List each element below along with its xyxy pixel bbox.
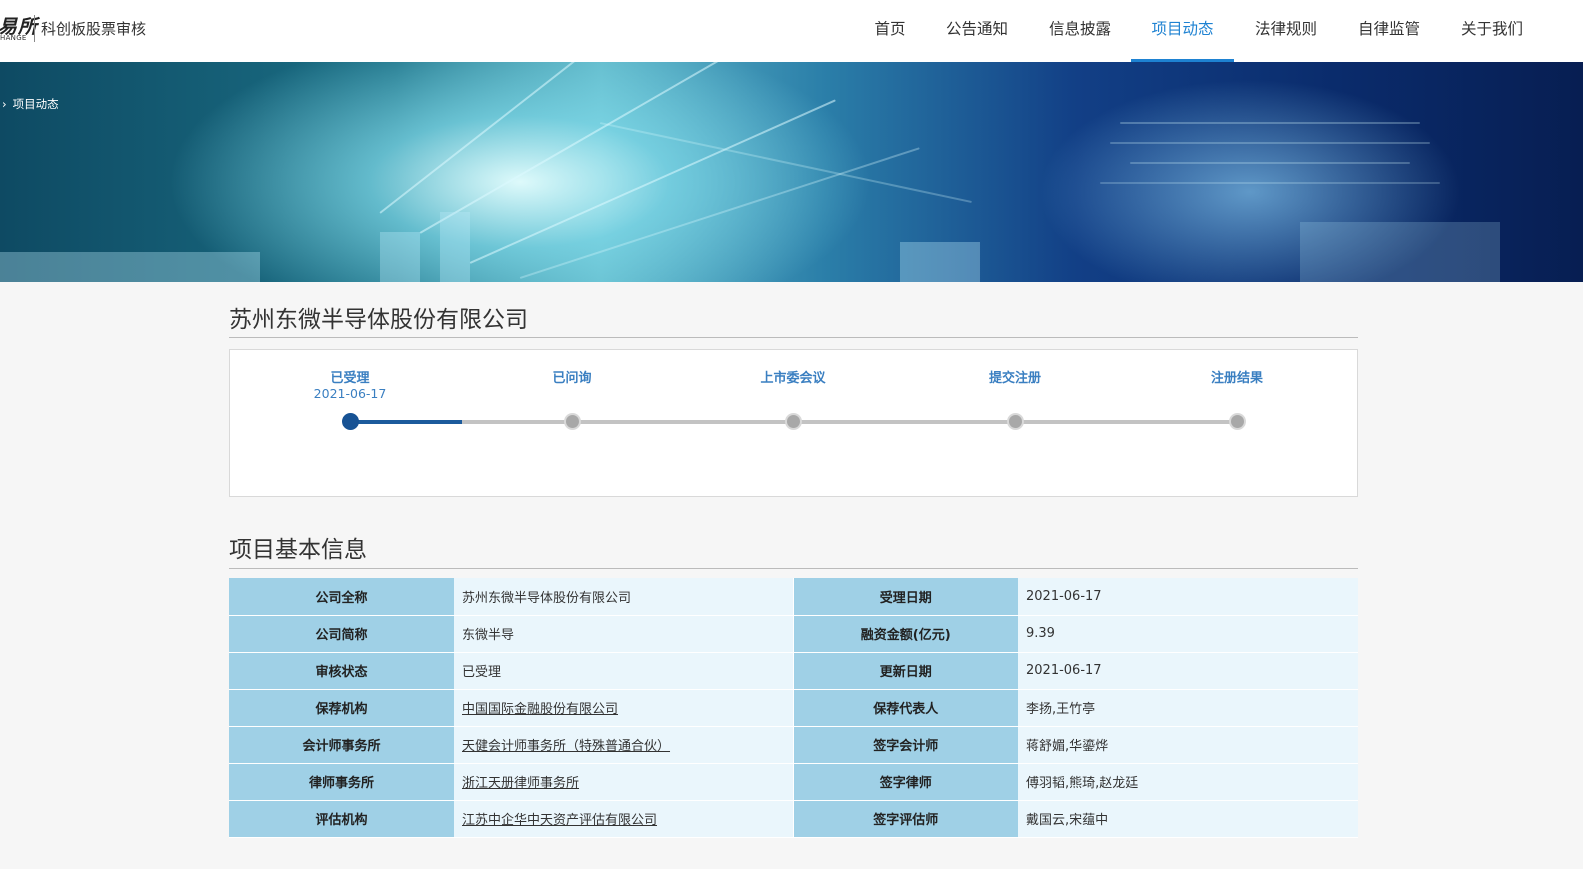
value-signing-appraiser: 戴国云,宋蕴中 xyxy=(1018,800,1358,838)
step-dot-accepted xyxy=(342,413,359,430)
site-header: 易所 HANGE 科创板股票审核 首页 公告通知 信息披露 项目动态 法律规则 … xyxy=(0,0,1583,62)
table-row: 评估机构 江苏中企华中天资产评估有限公司 签字评估师 戴国云,宋蕴中 xyxy=(229,800,1358,838)
value-financing-amount: 9.39 xyxy=(1018,615,1358,653)
label-signing-accountant: 签字会计师 xyxy=(793,726,1018,764)
step-dot-listing-committee xyxy=(785,413,802,430)
nav-announcements[interactable]: 公告通知 xyxy=(941,0,1013,62)
nav-disclosure[interactable]: 信息披露 xyxy=(1044,0,1116,62)
table-row: 公司全称 苏州东微半导体股份有限公司 受理日期 2021-06-17 xyxy=(229,578,1358,616)
value-accept-date: 2021-06-17 xyxy=(1018,578,1358,616)
breadcrumb-current: 项目动态 xyxy=(12,97,59,111)
value-signing-accountant: 蒋舒媚,华鎏烨 xyxy=(1018,726,1358,764)
label-sponsor: 保荐机构 xyxy=(229,689,454,727)
progress-fill xyxy=(350,420,462,424)
label-company-shortname: 公司简称 xyxy=(229,615,454,653)
value-sponsor: 中国国际金融股份有限公司 xyxy=(454,689,794,727)
project-info-table: 公司全称 苏州东微半导体股份有限公司 受理日期 2021-06-17 公司简称 … xyxy=(229,578,1358,838)
step-label-accepted: 已受理 xyxy=(330,371,370,386)
title-divider xyxy=(229,337,1358,338)
label-company-fullname: 公司全称 xyxy=(229,578,454,616)
accounting-firm-link[interactable]: 天健会计师事务所（特殊普通合伙） xyxy=(462,739,670,754)
label-update-date: 更新日期 xyxy=(793,652,1018,690)
label-appraisal-firm: 评估机构 xyxy=(229,800,454,838)
value-update-date: 2021-06-17 xyxy=(1018,652,1358,690)
chevron-right-icon: › xyxy=(2,97,7,111)
company-title: 苏州东微半导体股份有限公司 xyxy=(229,307,528,333)
table-row: 会计师事务所 天健会计师事务所（特殊普通合伙） 签字会计师 蒋舒媚,华鎏烨 xyxy=(229,726,1358,764)
label-signing-appraiser: 签字评估师 xyxy=(793,800,1018,838)
value-signing-lawyer: 傅羽韬,熊琦,赵龙廷 xyxy=(1018,763,1358,801)
step-date-accepted: 2021-06-17 xyxy=(313,386,387,401)
step-dot-submit-registration xyxy=(1007,413,1024,430)
value-company-fullname: 苏州东微半导体股份有限公司 xyxy=(454,578,794,616)
label-sponsor-rep: 保荐代表人 xyxy=(793,689,1018,727)
hero-banner xyxy=(0,62,1583,282)
step-label-listing-committee: 上市委会议 xyxy=(760,371,826,386)
value-sponsor-rep: 李扬,王竹亭 xyxy=(1018,689,1358,727)
table-row: 律师事务所 浙江天册律师事务所 签字律师 傅羽韬,熊琦,赵龙廷 xyxy=(229,763,1358,801)
logo-divider xyxy=(34,15,35,42)
review-progress: 已受理 2021-06-17 已问询 上市委会议 提交注册 注册结果 xyxy=(229,349,1358,497)
step-label-submit-registration: 提交注册 xyxy=(988,371,1041,386)
nav-project-updates[interactable]: 项目动态 xyxy=(1131,0,1234,62)
label-signing-lawyer: 签字律师 xyxy=(793,763,1018,801)
table-row: 公司简称 东微半导 融资金额(亿元) 9.39 xyxy=(229,615,1358,653)
label-accounting-firm: 会计师事务所 xyxy=(229,726,454,764)
logo-english-text: HANGE xyxy=(0,34,27,42)
value-review-status: 已受理 xyxy=(454,652,794,690)
nav-home[interactable]: 首页 xyxy=(866,0,914,62)
section-divider xyxy=(229,568,1358,569)
label-law-firm: 律师事务所 xyxy=(229,763,454,801)
step-label-inquired: 已问询 xyxy=(552,371,592,386)
step-label-registration-result: 注册结果 xyxy=(1210,371,1263,386)
nav-supervision[interactable]: 自律监管 xyxy=(1353,0,1425,62)
nav-about[interactable]: 关于我们 xyxy=(1456,0,1528,62)
site-subtitle[interactable]: 科创板股票审核 xyxy=(41,18,146,39)
label-financing-amount: 融资金额(亿元) xyxy=(793,615,1018,653)
value-law-firm: 浙江天册律师事务所 xyxy=(454,763,794,801)
label-review-status: 审核状态 xyxy=(229,652,454,690)
sponsor-link[interactable]: 中国国际金融股份有限公司 xyxy=(462,702,618,717)
step-dot-inquired xyxy=(564,413,581,430)
breadcrumb[interactable]: › 项目动态 xyxy=(2,96,59,112)
appraisal-firm-link[interactable]: 江苏中企华中天资产评估有限公司 xyxy=(462,813,657,828)
table-row: 保荐机构 中国国际金融股份有限公司 保荐代表人 李扬,王竹亭 xyxy=(229,689,1358,727)
law-firm-link[interactable]: 浙江天册律师事务所 xyxy=(462,776,579,791)
section-title: 项目基本信息 xyxy=(229,537,367,563)
label-accept-date: 受理日期 xyxy=(793,578,1018,616)
table-row: 审核状态 已受理 更新日期 2021-06-17 xyxy=(229,652,1358,690)
step-dot-registration-result xyxy=(1229,413,1246,430)
nav-rules[interactable]: 法律规则 xyxy=(1250,0,1322,62)
value-appraisal-firm: 江苏中企华中天资产评估有限公司 xyxy=(454,800,794,838)
value-accounting-firm: 天健会计师事务所（特殊普通合伙） xyxy=(454,726,794,764)
value-company-shortname: 东微半导 xyxy=(454,615,794,653)
